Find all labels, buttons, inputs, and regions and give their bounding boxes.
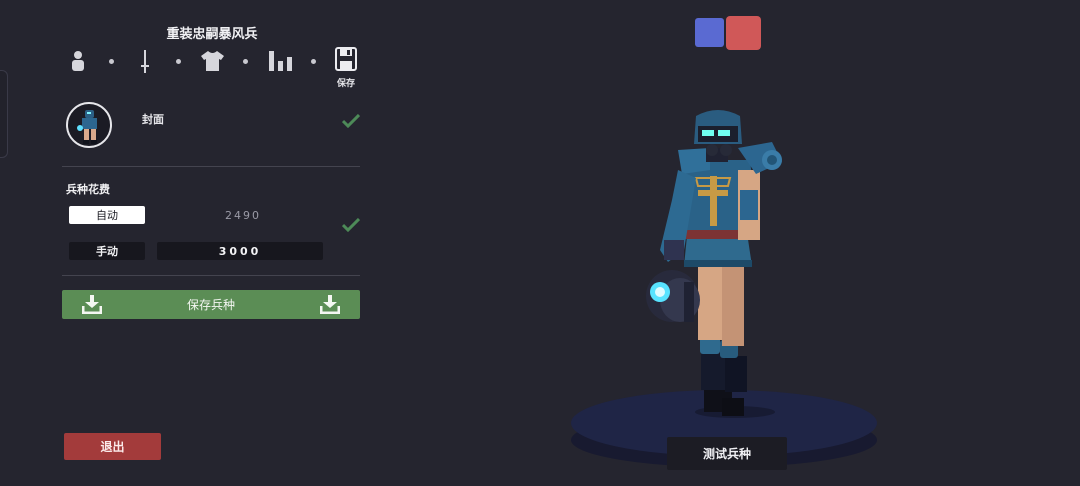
person-icon[interactable] xyxy=(70,50,86,72)
save-unit-label: 保存兵种 xyxy=(186,298,235,312)
team-blue-button[interactable] xyxy=(695,18,724,47)
download-icon xyxy=(319,295,341,317)
manual-cost-button[interactable]: 手动 xyxy=(69,242,145,260)
save-step-label: 保存 xyxy=(336,79,355,89)
step-separator-dot xyxy=(109,59,114,64)
manual-cost-input[interactable]: 3000 xyxy=(157,242,323,260)
cover-check-icon[interactable] xyxy=(341,113,361,129)
auto-cost-button[interactable]: 自动 xyxy=(69,206,145,224)
step-separator-dot xyxy=(176,59,181,64)
section-divider xyxy=(62,166,360,167)
team-red-button[interactable] xyxy=(726,16,761,50)
unit-preview-scene[interactable] xyxy=(560,90,890,470)
auto-cost-value: 2490 xyxy=(225,209,261,222)
download-icon xyxy=(81,295,103,317)
save-unit-button[interactable]: 保存兵种 xyxy=(62,290,360,319)
shirt-icon[interactable] xyxy=(200,50,224,72)
test-unit-button[interactable]: 测试兵种 xyxy=(667,437,787,470)
cover-label: 封面 xyxy=(142,113,164,126)
step-separator-dot xyxy=(311,59,316,64)
unit-name-title: 重装忠嗣暴风兵 xyxy=(166,27,258,42)
cost-check-icon[interactable] xyxy=(341,217,361,233)
step-separator-dot xyxy=(243,59,248,64)
side-panel-tab[interactable] xyxy=(0,70,8,158)
stats-icon[interactable] xyxy=(267,50,293,72)
unit-cover-avatar[interactable] xyxy=(66,102,112,148)
save-step-button[interactable]: 保存 xyxy=(333,47,359,89)
sword-icon[interactable] xyxy=(138,50,152,74)
section-divider xyxy=(62,275,360,276)
exit-button[interactable]: 退出 xyxy=(64,433,161,460)
unit-cost-label: 兵种花费 xyxy=(66,183,110,196)
save-icon xyxy=(335,47,357,75)
